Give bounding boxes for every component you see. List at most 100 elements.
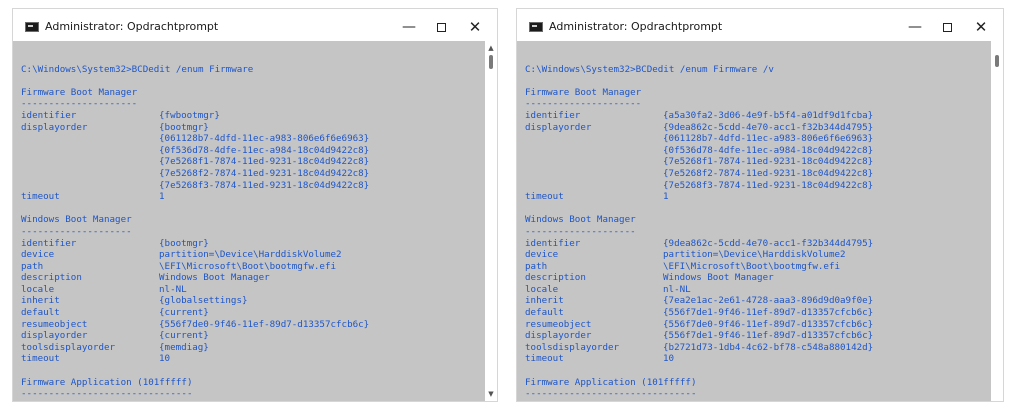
entry-row: {7e5268f1-7874-11ed-9231-18c04d9422c8} [525,156,873,168]
command-line: C:\Windows\System32>BCDedit /enum Firmwa… [525,63,774,75]
entry-row: {0f536d78-4dfe-11ec-a984-18c04d9422c8} [525,145,873,157]
entry-row: inherit {globalsettings} [21,295,369,307]
section-underline: ------------------------------- [21,388,193,400]
entry-key [525,180,663,192]
entry-row: default {current} [21,307,369,319]
entry-value: {bootmgr} [159,237,209,249]
entry-row: identifier {9dea862c-5cdd-4e70-acc1-f32b3… [525,238,873,250]
entry-value: {current} [159,307,209,319]
entry-key: description [525,272,586,284]
entry-key: default [21,307,60,319]
minimize-icon: — [402,19,416,35]
entry-key: default [525,307,564,319]
entry-row: device partition=\Device\HarddiskVolume2 [525,249,873,261]
entry-key [21,133,159,145]
scrollbar-thumb[interactable] [489,55,493,69]
entry-value: {7e5268f2-7874-11ed-9231-18c04d9422c8} [663,167,874,179]
entry-value: {a5a30fa2-3d06-4e9f-b5f4-a01df9d1fcba} [663,109,874,121]
arrow-up-icon[interactable]: ▲ [485,43,497,53]
entry-row: identifier {bootmgr} [21,238,369,250]
entry-key: timeout [21,353,60,365]
entry-value: {061128b7-4dfd-11ec-a983-806e6f6e6963} [159,133,370,145]
close-button[interactable]: ✕ [463,18,487,36]
entry-row: displayorder {556f7de1-9f46-11ef-89d7-d13… [525,330,873,342]
entry-row: toolsdisplayorder {memdiag} [21,342,369,354]
entry-key [525,133,663,145]
entry-row: device partition=\Device\HarddiskVolume2 [21,249,369,261]
entry-key: displayorder [525,121,592,133]
entry-value: {b2721d73-1db4-4c62-bf78-c548a880142d} [663,341,874,353]
entry-value: {556f7de1-9f46-11ef-89d7-d13357cfcb6c} [663,330,874,342]
entry-row: path \EFI\Microsoft\Boot\bootmgfw.efi [21,261,369,273]
entry-row: {7e5268f2-7874-11ed-9231-18c04d9422c8} [525,168,873,180]
maximize-button[interactable] [935,18,959,36]
entry-key [21,180,159,192]
arrow-down-icon[interactable]: ▼ [485,389,497,399]
entry-key [525,168,663,180]
console-text: C:\Windows\System32>BCDedit /enum Firmwa… [525,52,873,400]
entry-row: inherit {7ea2e1ac-2e61-4728-aaa3-896d9d0a… [525,295,873,307]
entry-row: {061128b7-4dfd-11ec-a983-806e6f6e6963} [525,133,873,145]
close-icon: ✕ [974,18,988,36]
entry-row: timeout 1 [21,191,369,203]
entry-value: {current} [159,330,209,342]
console-output[interactable]: C:\Windows\System32>BCDedit /enum Firmwa… [13,41,485,401]
entry-value: {globalsettings} [159,295,248,307]
entry-key: identifier [525,109,581,121]
entry-key [21,168,159,180]
entry-key: toolsdisplayorder [525,341,620,353]
entry-value: {7e5268f2-7874-11ed-9231-18c04d9422c8} [159,167,370,179]
console-output[interactable]: C:\Windows\System32>BCDedit /enum Firmwa… [517,41,991,401]
window-title: Administrator: Opdrachtprompt [45,20,219,33]
section-underline: --------------------- [525,98,642,110]
entry-row: path \EFI\Microsoft\Boot\bootmgfw.efi [525,261,873,273]
section-underline: --------------------- [21,98,138,110]
entry-key: locale [21,283,55,295]
entry-value: {7e5268f3-7874-11ed-9231-18c04d9422c8} [159,179,370,191]
entry-key: displayorder [525,330,592,342]
section-heading: Firmware Boot Manager [525,86,642,98]
section-heading: Windows Boot Manager [525,214,636,226]
entry-row: displayorder {9dea862c-5cdd-4e70-acc1-f32… [525,122,873,134]
entry-key: timeout [525,353,564,365]
entry-key [525,156,663,168]
console-icon [529,22,543,32]
entry-value: Windows Boot Manager [159,272,270,284]
entry-key: locale [525,283,559,295]
scrollbar-thumb[interactable] [995,55,999,67]
entry-value: nl-NL [159,283,187,295]
entry-key: path [21,260,44,272]
entry-value: nl-NL [663,283,691,295]
entry-value: {7e5268f1-7874-11ed-9231-18c04d9422c8} [159,156,370,168]
entry-row: displayorder {current} [21,330,369,342]
minimize-button[interactable]: — [903,18,927,36]
vertical-scrollbar[interactable]: ▲ ▼ [485,41,497,401]
entry-key [525,145,663,157]
section-heading: Windows Boot Manager [21,214,132,226]
entry-value: 1 [159,191,165,203]
window-title: Administrator: Opdrachtprompt [549,20,723,33]
entry-row: locale nl-NL [21,284,369,296]
entry-value: {9dea862c-5cdd-4e70-acc1-f32b344d4795} [663,237,874,249]
command-prompt-window-left: Administrator: Opdrachtprompt — ✕ C:\Win… [12,8,498,402]
entry-value: {7e5268f3-7874-11ed-9231-18c04d9422c8} [663,179,874,191]
entry-row: identifier {fwbootmgr} [21,110,369,122]
section-underline: -------------------- [525,225,636,237]
console-icon [25,22,39,32]
close-button[interactable]: ✕ [969,18,993,36]
entry-row: timeout 10 [21,353,369,365]
maximize-button[interactable] [429,18,453,36]
entry-value: {fwbootmgr} [159,109,220,121]
title-bar[interactable]: Administrator: Opdrachtprompt — ✕ [13,9,497,41]
vertical-scrollbar[interactable] [991,41,1003,401]
entry-key: timeout [21,191,60,203]
entry-value: {061128b7-4dfd-11ec-a983-806e6f6e6963} [663,133,874,145]
entry-key: inherit [525,295,564,307]
minimize-button[interactable]: — [397,18,421,36]
entry-row: identifier {a5a30fa2-3d06-4e9f-b5f4-a01df… [525,110,873,122]
entry-value: 1 [663,191,669,203]
title-bar[interactable]: Administrator: Opdrachtprompt — ✕ [517,9,1003,41]
